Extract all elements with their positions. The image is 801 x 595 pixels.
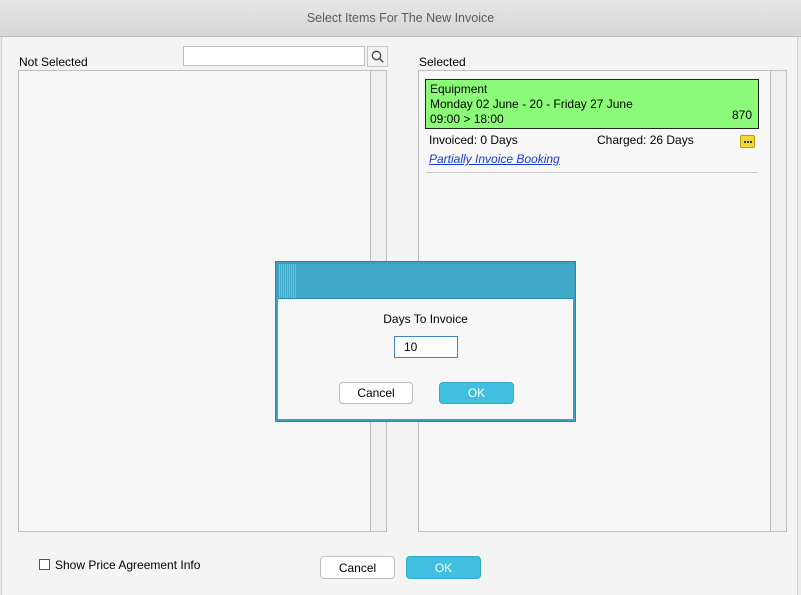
selected-item-card[interactable]: Equipment Monday 02 June - 20 - Friday 2…	[425, 79, 759, 129]
search-input[interactable]	[183, 46, 365, 66]
search-button[interactable]	[367, 46, 388, 67]
dialog-title: Days To Invoice	[383, 312, 468, 326]
ok-button[interactable]: OK	[406, 556, 481, 579]
selected-label: Selected	[419, 55, 466, 69]
item-name: Equipment	[430, 82, 488, 96]
dialog-header[interactable]	[278, 264, 573, 299]
charged-days: Charged: 26 Days	[597, 133, 694, 147]
dialog-ok-button[interactable]: OK	[439, 382, 514, 404]
search-icon	[371, 50, 384, 63]
not-selected-label: Not Selected	[19, 55, 88, 69]
days-input[interactable]: 10	[394, 336, 458, 358]
partially-invoice-link[interactable]: Partially Invoice Booking	[429, 152, 560, 166]
invoiced-days: Invoiced: 0 Days	[429, 133, 518, 147]
item-divider	[426, 172, 758, 173]
window-title: Select Items For The New Invoice	[0, 0, 801, 37]
item-amount: 870	[731, 108, 752, 122]
selected-scrollbar[interactable]	[770, 71, 786, 531]
days-to-invoice-dialog: Days To Invoice 10 Cancel OK	[276, 262, 575, 421]
dialog-cancel-button[interactable]: Cancel	[339, 382, 413, 404]
price-agreement-label: Show Price Agreement Info	[55, 558, 201, 572]
price-agreement-checkbox[interactable]	[39, 559, 50, 570]
item-times: 09:00 > 18:00	[430, 112, 504, 126]
note-icon[interactable]	[740, 135, 755, 148]
cancel-button[interactable]: Cancel	[320, 556, 395, 579]
item-dates: Monday 02 June - 20 - Friday 27 June	[430, 97, 633, 111]
